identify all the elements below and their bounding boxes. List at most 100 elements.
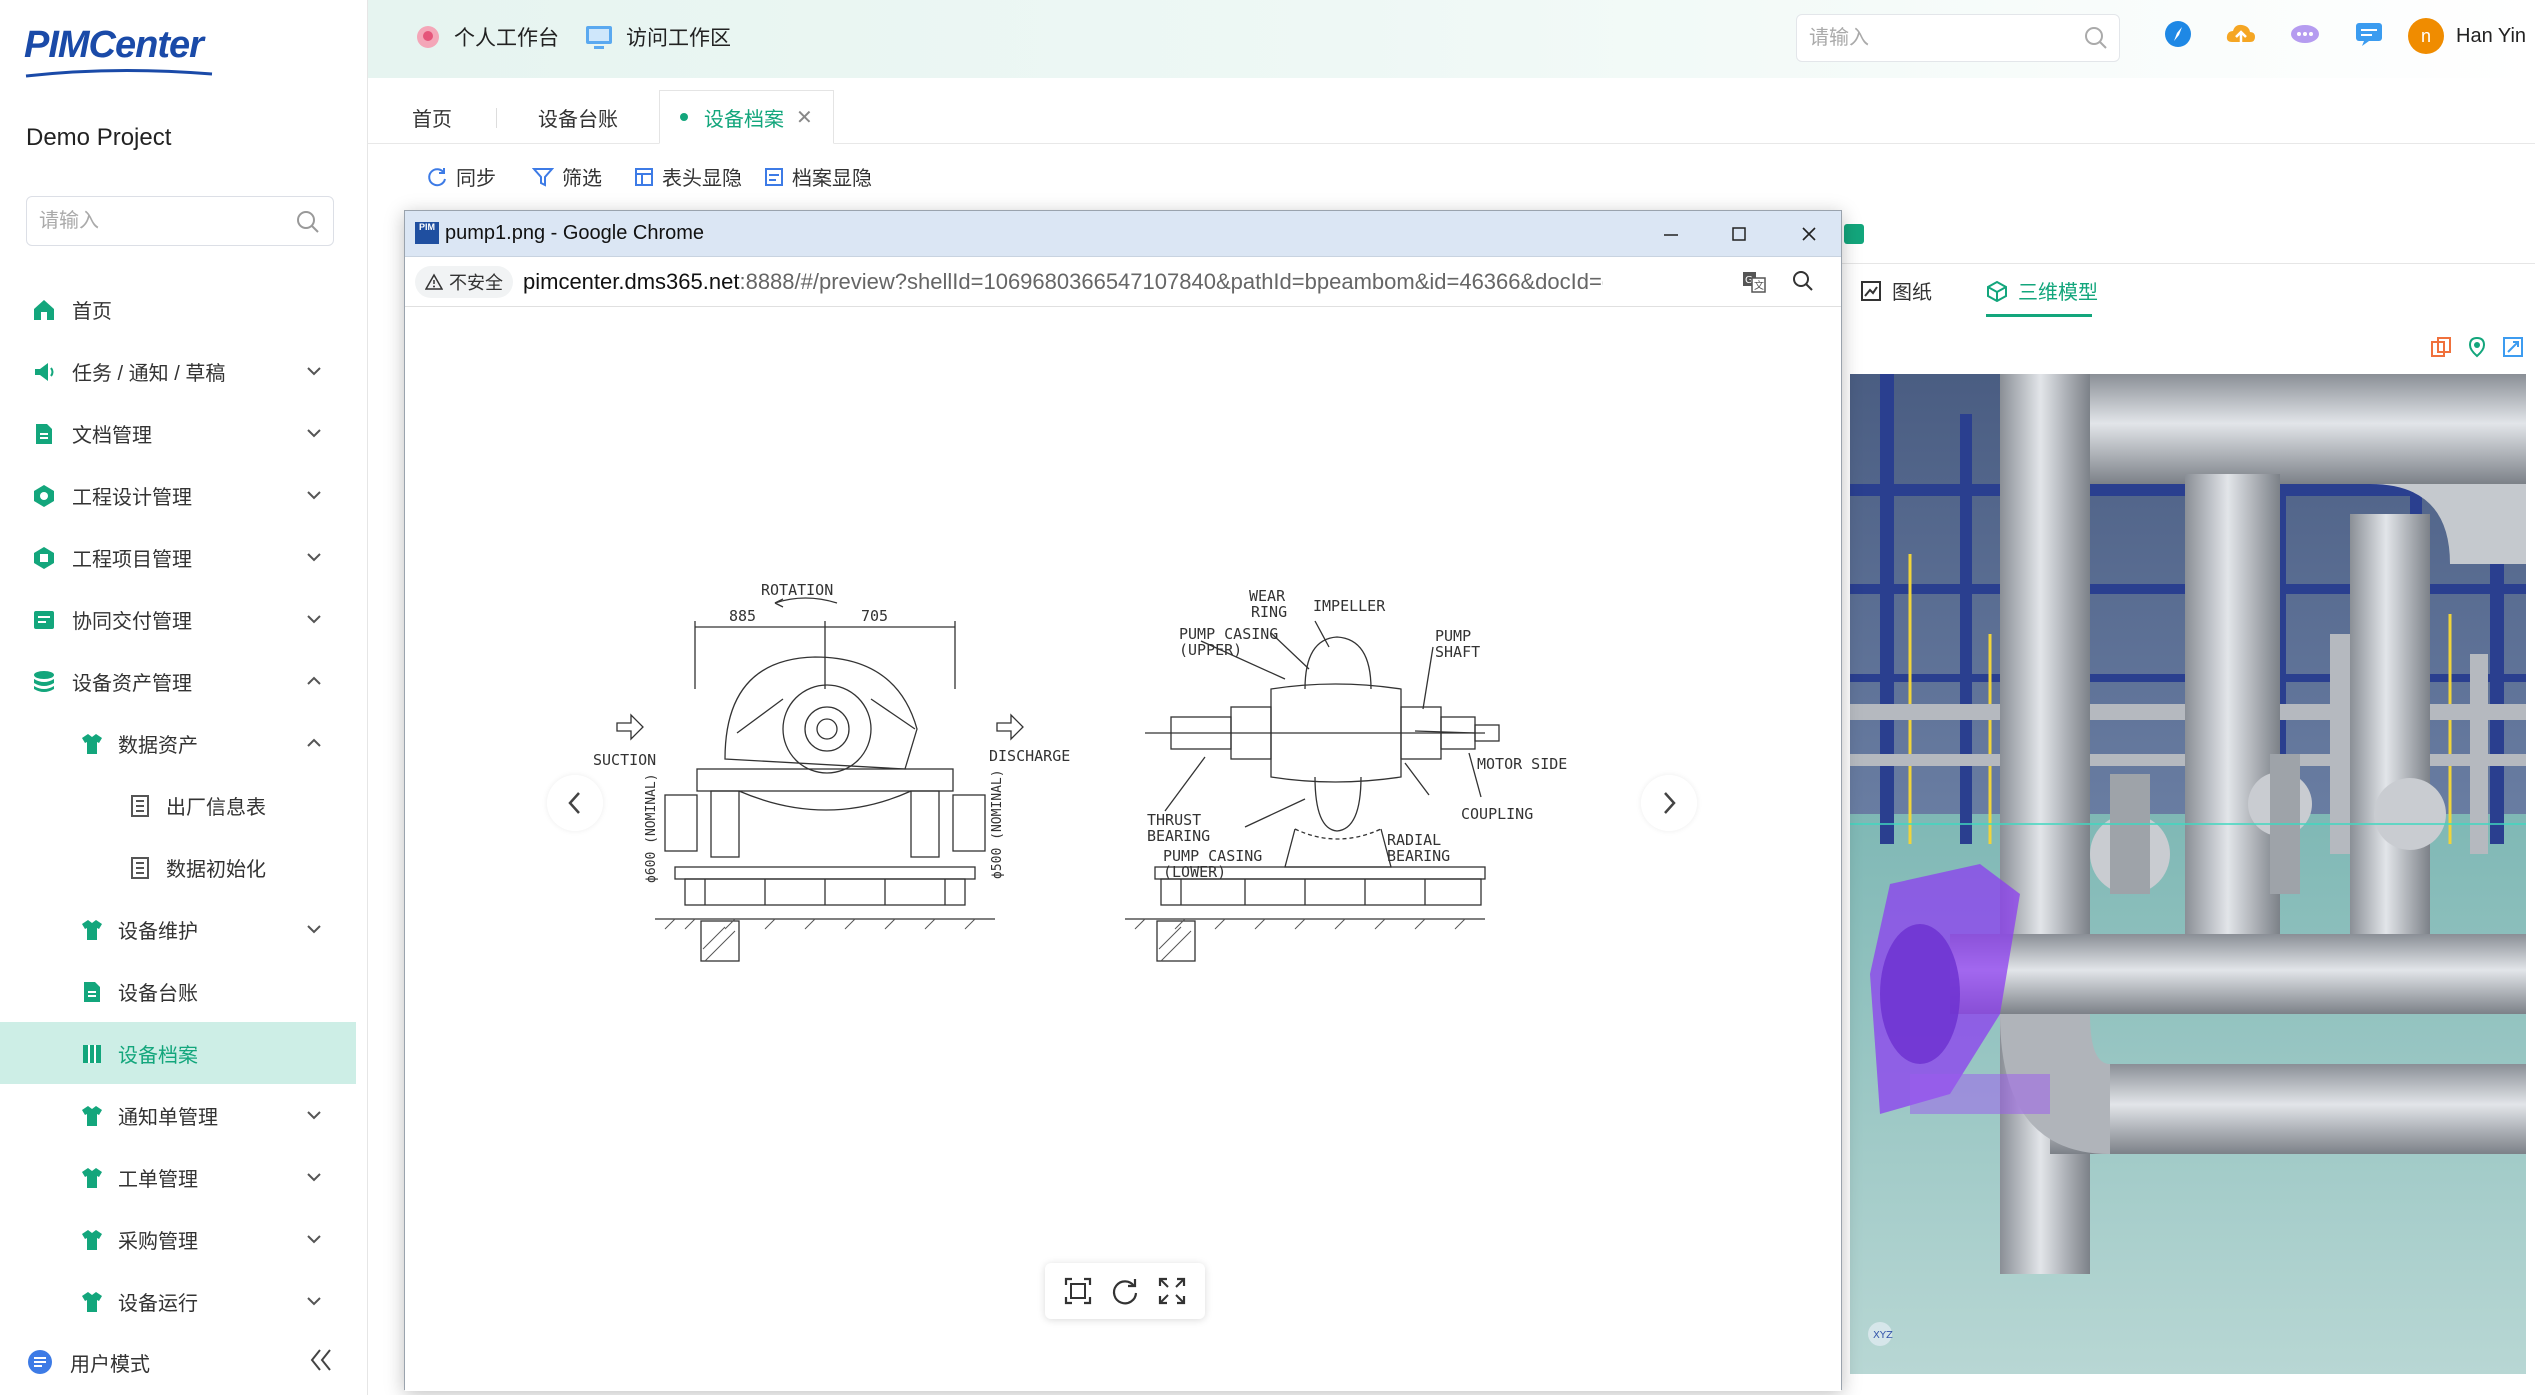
sidebar-item-label: 通知单管理: [118, 1106, 218, 1129]
chevron-down-icon[interactable]: [306, 428, 322, 438]
sidebar-item-label: 数据资产: [118, 734, 198, 757]
sidebar-item-label: 设备维护: [118, 920, 198, 943]
minimize-button[interactable]: [1651, 219, 1691, 249]
sidebar-item-label: 任务 / 通知 / 草稿: [72, 362, 226, 385]
sidebar-search-input[interactable]: [27, 197, 267, 245]
translate-icon[interactable]: G文: [1741, 269, 1767, 295]
window-titlebar[interactable]: PIM pump1.png - Google Chrome: [405, 211, 1841, 257]
avatar: n: [2408, 18, 2444, 54]
fullscreen-icon[interactable]: [2502, 336, 2524, 358]
sidebar-item-data-init[interactable]: 数据初始化: [0, 836, 356, 898]
hatch-foundation-left: [664, 918, 976, 962]
nav-label: 访问工作区: [626, 27, 731, 50]
message-icon[interactable]: [2288, 18, 2322, 50]
dim-885-label: 885: [729, 607, 756, 625]
collapse-sidebar-icon[interactable]: [310, 1348, 332, 1372]
zoom-icon[interactable]: [1791, 269, 1815, 293]
user-mode-icon: [26, 1348, 54, 1376]
tab-label: 首页: [412, 108, 452, 131]
sidebar-item-equipment-archive[interactable]: 设备档案: [0, 1022, 356, 1084]
chevron-down-icon[interactable]: [306, 1110, 322, 1120]
sidebar-search[interactable]: [26, 196, 334, 246]
search-icon[interactable]: [295, 209, 321, 235]
chevron-up-icon[interactable]: [306, 738, 322, 748]
close-window-button[interactable]: [1789, 219, 1829, 249]
3d-model-viewport[interactable]: XYZ: [1850, 374, 2526, 1374]
sidebar-item-label: 工程项目管理: [72, 548, 192, 571]
project-name: Demo Project: [26, 124, 172, 151]
sidebar-item-tasks[interactable]: 任务 / 通知 / 草稿: [0, 340, 356, 402]
compass-icon[interactable]: [2162, 18, 2194, 50]
previous-image-button[interactable]: [547, 775, 603, 831]
tab-drawings[interactable]: 图纸: [1860, 276, 1932, 305]
search-icon[interactable]: [2083, 25, 2109, 51]
sidebar-item-engineering-design[interactable]: 工程设计管理: [0, 464, 356, 526]
nav-visit-workspace[interactable]: 访问工作区: [584, 22, 731, 52]
chevron-down-icon[interactable]: [306, 552, 322, 562]
rotate-icon[interactable]: [1110, 1276, 1140, 1306]
sidebar-item-equipment-operation[interactable]: 设备运行: [0, 1270, 356, 1332]
cloud-upload-icon[interactable]: [2224, 18, 2258, 50]
monitor-icon: [584, 23, 614, 51]
tab-label: 设备档案: [704, 108, 784, 131]
header-search[interactable]: [1796, 14, 2120, 62]
chevron-down-icon[interactable]: [306, 614, 322, 624]
chevron-down-icon[interactable]: [306, 924, 322, 934]
sidebar-item-notice-management[interactable]: 通知单管理: [0, 1084, 356, 1146]
sidebar-item-label: 工单管理: [118, 1168, 198, 1191]
chevron-down-icon[interactable]: [306, 1296, 322, 1306]
filter-button[interactable]: 筛选: [532, 162, 602, 191]
chevron-down-icon[interactable]: [306, 1234, 322, 1244]
sidebar-item-work-orders[interactable]: 工单管理: [0, 1146, 356, 1208]
shirt-icon: [80, 1166, 104, 1190]
security-chip[interactable]: 不安全: [415, 266, 513, 298]
copy-icon[interactable]: [2430, 336, 2452, 358]
header-search-input[interactable]: [1797, 15, 2067, 61]
sidebar-item-label: 文档管理: [72, 424, 152, 447]
sidebar-item-collab-delivery[interactable]: 协同交付管理: [0, 588, 356, 650]
plant-3d-scene: XYZ: [1850, 374, 2526, 1374]
expand-icon[interactable]: [1157, 1276, 1187, 1306]
chevron-up-icon[interactable]: [306, 676, 322, 686]
url-text[interactable]: pimcenter.dms365.net:8888/#/preview?shel…: [523, 269, 1603, 295]
tab-home[interactable]: 首页: [392, 90, 472, 144]
logo-text: PIMCenter: [24, 24, 204, 66]
chevron-down-icon[interactable]: [306, 1172, 322, 1182]
chat-icon[interactable]: [2352, 18, 2386, 50]
sidebar-item-equipment-maintenance[interactable]: 设备维护: [0, 898, 356, 960]
app-logo[interactable]: PIMCenter: [24, 24, 224, 88]
address-bar[interactable]: 不安全 pimcenter.dms365.net:8888/#/preview?…: [405, 257, 1841, 307]
user-mode-label[interactable]: 用户模式: [70, 1348, 150, 1377]
url-host: pimcenter.dms365.net: [523, 269, 740, 294]
sidebar-menu: 首页 任务 / 通知 / 草稿 文档管理 工程设计管理 工程项目管理 协同交付管…: [0, 278, 356, 1332]
nav-personal-workbench[interactable]: 个人工作台: [414, 22, 559, 52]
header-toggle-button[interactable]: 表头显隐: [634, 162, 742, 191]
chevron-down-icon[interactable]: [306, 366, 322, 376]
location-pin-icon[interactable]: [2466, 336, 2488, 358]
pump-casing-lower-label-2: (LOWER): [1163, 863, 1226, 881]
tab-equipment-archive[interactable]: 设备档案 ✕: [659, 90, 834, 144]
dim-705-label: 705: [861, 607, 888, 625]
archive-toggle-label: 档案显隐: [792, 168, 872, 190]
fit-screen-icon[interactable]: [1063, 1276, 1093, 1306]
shirt-icon: [80, 1104, 104, 1128]
page-tabs: 首页 设备台账 设备档案 ✕: [368, 78, 2535, 144]
thrust-bearing-label-2: BEARING: [1147, 827, 1210, 845]
archive-toggle-button[interactable]: 档案显隐: [764, 162, 872, 191]
close-tab-icon[interactable]: ✕: [796, 105, 813, 130]
sidebar-item-procurement[interactable]: 采购管理: [0, 1208, 356, 1270]
maximize-button[interactable]: [1719, 219, 1759, 249]
next-image-button[interactable]: [1641, 775, 1697, 831]
sidebar-item-home[interactable]: 首页: [0, 278, 356, 340]
sync-button[interactable]: 同步: [426, 162, 496, 191]
sidebar-item-data-assets[interactable]: 数据资产: [0, 712, 356, 774]
sidebar-item-documents[interactable]: 文档管理: [0, 402, 356, 464]
tab-equipment-ledger[interactable]: 设备台账: [518, 90, 638, 144]
tab-3d-model[interactable]: 三维模型: [1986, 276, 2098, 305]
sidebar-item-asset-management[interactable]: 设备资产管理: [0, 650, 356, 712]
sidebar-item-factory-info[interactable]: 出厂信息表: [0, 774, 356, 836]
sidebar-item-equipment-ledger[interactable]: 设备台账: [0, 960, 356, 1022]
user-menu[interactable]: n Han Yin: [2408, 18, 2526, 54]
sidebar-item-engineering-project[interactable]: 工程项目管理: [0, 526, 356, 588]
chevron-down-icon[interactable]: [306, 490, 322, 500]
